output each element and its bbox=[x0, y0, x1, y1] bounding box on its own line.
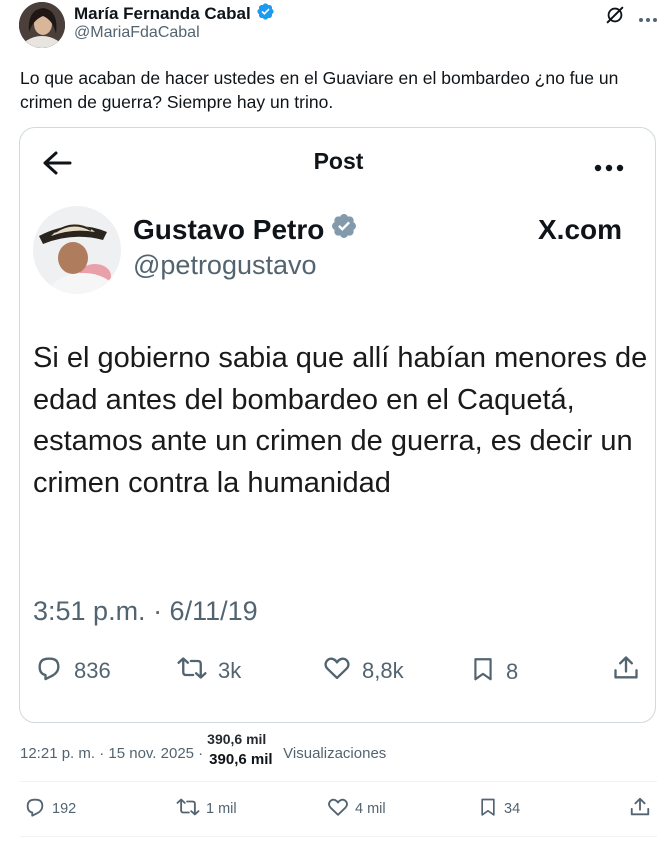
quoted-share-action bbox=[612, 654, 640, 688]
post-header-title: Post bbox=[313, 148, 364, 174]
petro-name-text: Gustavo Petro bbox=[133, 213, 325, 245]
more-options-icon[interactable] bbox=[638, 10, 658, 22]
views-count-overlap: 390,6 mil bbox=[207, 731, 267, 747]
reply-icon bbox=[24, 796, 46, 822]
post-meta: 12:21 p. m. · 15 nov. 2025 · 390,6 mil 3… bbox=[20, 731, 387, 768]
reply-button[interactable]: 192 bbox=[24, 796, 76, 822]
views-count: 390,6 mil 390,6 mil bbox=[205, 731, 281, 768]
petro-avatar bbox=[33, 206, 121, 294]
quoted-tweet-timestamp: 3:51 p.m. · 6/11/19 bbox=[33, 596, 258, 626]
repost-icon bbox=[176, 654, 208, 688]
author-name[interactable]: María Fernanda Cabal bbox=[74, 2, 275, 26]
quoted-like-count: 8,8k bbox=[362, 658, 404, 683]
heart-icon bbox=[322, 654, 352, 688]
share-icon bbox=[612, 654, 640, 688]
reply-icon bbox=[34, 654, 64, 688]
verified-badge-gray-icon bbox=[330, 212, 358, 247]
share-button[interactable] bbox=[629, 796, 651, 822]
bookmark-icon bbox=[470, 654, 496, 690]
bookmark-button[interactable]: 34 bbox=[478, 796, 520, 822]
author-avatar[interactable] bbox=[19, 2, 65, 48]
tweet-text: Lo que acaban de hacer ustedes en el Gua… bbox=[20, 68, 619, 112]
post-timestamp[interactable]: 12:21 p. m. · 15 nov. 2025 · bbox=[20, 745, 203, 762]
quoted-reply-count: 836 bbox=[74, 658, 111, 683]
bookmark-icon bbox=[478, 796, 498, 822]
bookmark-count: 34 bbox=[504, 801, 521, 817]
petro-handle: @petrogustavo bbox=[133, 250, 317, 280]
quoted-bookmark-count: 8 bbox=[506, 659, 519, 684]
quoted-like-action: 8,8k bbox=[322, 654, 404, 688]
views-label: Visualizaciones bbox=[283, 744, 387, 762]
divider bbox=[20, 781, 657, 782]
views-count-value: 390,6 mil bbox=[209, 751, 273, 768]
action-bar: 192 1 mil 4 mil 34 bbox=[0, 796, 671, 820]
quoted-repost-count: 3k bbox=[218, 658, 242, 683]
divider bbox=[20, 836, 657, 837]
repost-count: 1 mil bbox=[206, 801, 237, 817]
quoted-bookmark-action: 8 bbox=[470, 654, 518, 690]
like-count: 4 mil bbox=[355, 801, 386, 817]
quoted-reply-action: 836 bbox=[34, 654, 111, 688]
repost-icon bbox=[176, 796, 200, 822]
author-handle[interactable]: @MariaFdaCabal bbox=[74, 24, 200, 42]
quoted-screenshot-image[interactable]: Post Gustavo Petro @petrogustavo X.com S… bbox=[19, 127, 656, 723]
author-name-text[interactable]: María Fernanda Cabal bbox=[74, 4, 251, 24]
more-options-icon bbox=[594, 159, 624, 172]
like-button[interactable]: 4 mil bbox=[327, 796, 386, 822]
share-icon bbox=[629, 796, 651, 822]
quoted-tweet-text: Si el gobierno sabia que allí habían men… bbox=[33, 342, 648, 499]
heart-icon bbox=[327, 796, 349, 822]
repost-button[interactable]: 1 mil bbox=[176, 796, 237, 822]
x-com-watermark: X.com bbox=[538, 214, 623, 245]
petro-name: Gustavo Petro bbox=[133, 212, 358, 247]
quoted-repost-action: 3k bbox=[176, 654, 241, 688]
quoted-action-bar: 836 3k 8,8k 8 bbox=[20, 654, 655, 690]
grok-icon[interactable] bbox=[604, 4, 626, 26]
verified-badge-icon[interactable] bbox=[256, 2, 275, 26]
reply-count: 192 bbox=[52, 801, 77, 817]
